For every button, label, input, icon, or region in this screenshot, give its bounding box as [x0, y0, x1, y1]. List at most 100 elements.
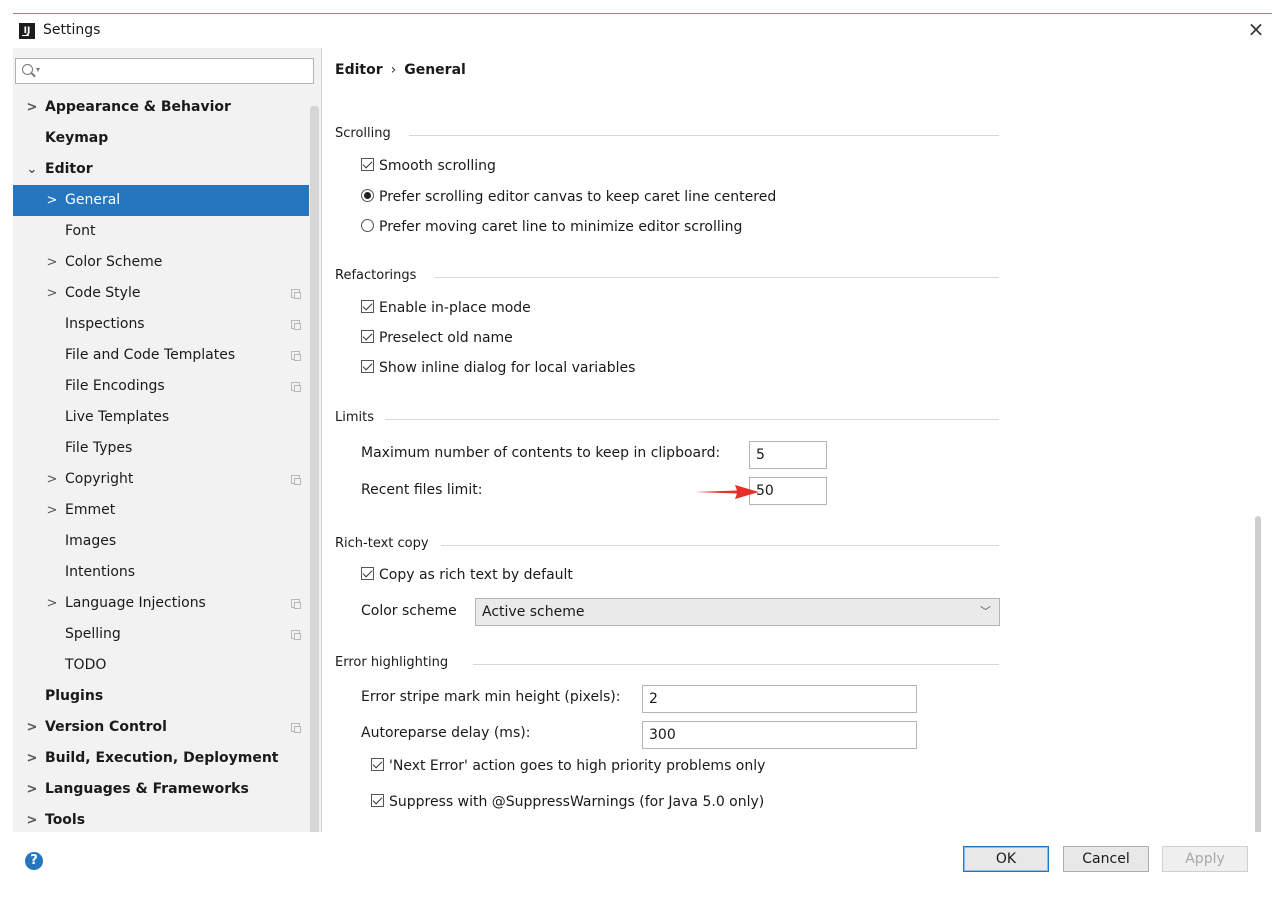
sidebar-item-label: Intentions: [65, 564, 136, 580]
sidebar-item-todo[interactable]: TODO: [13, 650, 309, 681]
sidebar-item-label: General: [65, 192, 121, 208]
close-button[interactable]: ×: [1244, 18, 1268, 42]
sidebar-item-language-injections[interactable]: > Language Injections: [13, 588, 309, 619]
checkbox-box[interactable]: [371, 758, 384, 771]
section-title-refactorings: Refactorings: [335, 268, 417, 283]
recent-files-limit-label: Recent files limit:: [361, 482, 483, 498]
settings-dialog: IJ Settings × ▾ > Appearance & Behavior Ke…: [13, 13, 1272, 886]
section-divider: [385, 419, 999, 420]
suppress-warnings-checkbox[interactable]: Suppress with @SuppressWarnings (for Jav…: [371, 794, 764, 810]
sidebar-item-file-and-code-templates[interactable]: File and Code Templates: [13, 340, 309, 371]
project-scope-copy-icon: [291, 599, 301, 609]
sidebar-item-appearance-behavior[interactable]: > Appearance & Behavior: [13, 92, 309, 123]
section-title-rich-text-copy: Rich-text copy: [335, 536, 429, 551]
sidebar-item-color-scheme[interactable]: > Color Scheme: [13, 247, 309, 278]
checkbox-box[interactable]: [361, 158, 374, 171]
sidebar-item-inspections[interactable]: Inspections: [13, 309, 309, 340]
sidebar-item-label: Appearance & Behavior: [45, 99, 231, 115]
sidebar-item-languages-frameworks[interactable]: > Languages & Frameworks: [13, 774, 309, 805]
color-scheme-dropdown[interactable]: Active scheme ﹀: [475, 598, 1000, 626]
sidebar-item-build-execution-deployment[interactable]: > Build, Execution, Deployment: [13, 743, 309, 774]
sidebar-item-live-templates[interactable]: Live Templates: [13, 402, 309, 433]
copy-rich-text-checkbox[interactable]: Copy as rich text by default: [361, 567, 573, 583]
checkbox-box[interactable]: [361, 330, 374, 343]
checkbox-box[interactable]: [361, 360, 374, 373]
sidebar-item-font[interactable]: Font: [13, 216, 309, 247]
sidebar-item-general[interactable]: > General: [13, 185, 309, 216]
sidebar-item-version-control[interactable]: > Version Control: [13, 712, 309, 743]
project-scope-copy-icon: [291, 382, 301, 392]
project-scope-copy-icon: [291, 289, 301, 299]
autoreparse-delay-input[interactable]: [642, 721, 917, 749]
search-box[interactable]: ▾: [15, 58, 314, 84]
checkbox-label: 'Next Error' action goes to high priorit…: [389, 758, 766, 774]
sidebar-item-label: Emmet: [65, 502, 116, 518]
chevron-down-icon: ﹀: [980, 605, 991, 618]
sidebar-item-label: Inspections: [65, 316, 145, 332]
recent-files-limit-input[interactable]: [749, 477, 827, 505]
chevron-down-icon[interactable]: ⌄: [25, 154, 39, 185]
sidebar-item-plugins[interactable]: Plugins: [13, 681, 309, 712]
sidebar-item-images[interactable]: Images: [13, 526, 309, 557]
sidebar-item-intentions[interactable]: Intentions: [13, 557, 309, 588]
checkbox-box[interactable]: [361, 567, 374, 580]
error-stripe-height-input[interactable]: [642, 685, 917, 713]
section-divider: [409, 135, 999, 136]
checkbox-box[interactable]: [371, 794, 384, 807]
chevron-right-icon[interactable]: >: [45, 588, 59, 619]
sidebar-item-emmet[interactable]: > Emmet: [13, 495, 309, 526]
search-options-caret-icon[interactable]: ▾: [36, 65, 40, 74]
chevron-right-icon[interactable]: >: [25, 743, 39, 774]
cancel-button[interactable]: Cancel: [1063, 846, 1149, 872]
chevron-right-icon[interactable]: >: [25, 92, 39, 123]
enable-in-place-mode-checkbox[interactable]: Enable in-place mode: [361, 300, 531, 316]
chevron-right-icon[interactable]: >: [45, 247, 59, 278]
clipboard-limit-input[interactable]: [749, 441, 827, 469]
breadcrumb: Editor › General: [335, 62, 466, 78]
sidebar-item-file-encodings[interactable]: File Encodings: [13, 371, 309, 402]
next-error-high-priority-checkbox[interactable]: 'Next Error' action goes to high priorit…: [371, 758, 765, 774]
show-inline-dialog-checkbox[interactable]: Show inline dialog for local variables: [361, 360, 635, 376]
radio-label: Prefer moving caret line to minimize edi…: [379, 219, 743, 235]
search-input[interactable]: [46, 62, 306, 80]
chevron-right-icon[interactable]: >: [45, 464, 59, 495]
project-scope-copy-icon: [291, 723, 301, 733]
checkbox-box[interactable]: [361, 300, 374, 313]
project-scope-copy-icon: [291, 351, 301, 361]
checkbox-label: Smooth scrolling: [379, 158, 496, 174]
radio-button[interactable]: [361, 189, 374, 202]
sidebar-item-label: Editor: [45, 161, 93, 177]
chevron-right-icon[interactable]: >: [25, 712, 39, 743]
radio-button[interactable]: [361, 219, 374, 232]
help-icon[interactable]: ?: [25, 852, 43, 870]
section-title-error-highlighting: Error highlighting: [335, 655, 449, 670]
checkbox-label: Enable in-place mode: [379, 300, 531, 316]
preselect-old-name-checkbox[interactable]: Preselect old name: [361, 330, 513, 346]
settings-tree: > Appearance & Behavior Keymap ⌄ Editor > Gene…: [13, 92, 309, 836]
checkbox-label: Copy as rich text by default: [379, 567, 573, 583]
chevron-right-icon[interactable]: >: [45, 278, 59, 309]
apply-button[interactable]: Apply: [1162, 846, 1248, 872]
breadcrumb-parent[interactable]: Editor: [335, 62, 383, 78]
color-scheme-label: Color scheme: [361, 603, 457, 619]
sidebar-item-keymap[interactable]: Keymap: [13, 123, 309, 154]
prefer-moving-radio[interactable]: Prefer moving caret line to minimize edi…: [361, 219, 742, 235]
ok-button[interactable]: OK: [963, 846, 1049, 872]
sidebar-scrollbar[interactable]: [310, 106, 319, 842]
chevron-right-icon[interactable]: >: [45, 495, 59, 526]
sidebar-item-copyright[interactable]: > Copyright: [13, 464, 309, 495]
sidebar-item-spelling[interactable]: Spelling: [13, 619, 309, 650]
search-icon: [22, 64, 33, 75]
sidebar-item-label: TODO: [65, 657, 107, 673]
sidebar-item-label: Version Control: [45, 719, 167, 735]
checkbox-label: Preselect old name: [379, 330, 513, 346]
sidebar-item-editor[interactable]: ⌄ Editor: [13, 154, 309, 185]
chevron-right-icon[interactable]: >: [45, 185, 59, 216]
sidebar-item-code-style[interactable]: > Code Style: [13, 278, 309, 309]
smooth-scrolling-checkbox[interactable]: Smooth scrolling: [361, 158, 496, 174]
chevron-right-icon[interactable]: >: [25, 774, 39, 805]
section-divider: [435, 277, 999, 278]
sidebar-item-file-types[interactable]: File Types: [13, 433, 309, 464]
prefer-centered-radio[interactable]: Prefer scrolling editor canvas to keep c…: [361, 189, 776, 205]
content-scrollbar[interactable]: [1255, 516, 1261, 841]
